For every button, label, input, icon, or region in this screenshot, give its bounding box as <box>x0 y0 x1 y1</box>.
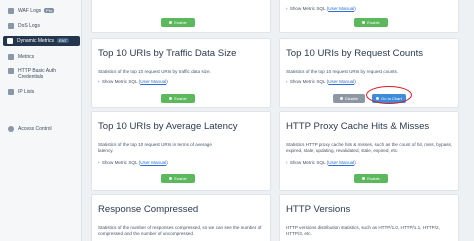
user-manual-link[interactable]: User Manual <box>328 160 354 165</box>
sidebar-item-http-basic-auth[interactable]: HTTP Basic Auth Credentials <box>4 68 80 81</box>
user-manual-link[interactable]: User Manual <box>328 79 354 84</box>
sidebar-item-label: Metrics <box>18 54 35 60</box>
enable-button[interactable]: Enable <box>161 18 195 27</box>
key-icon <box>8 68 14 74</box>
pro-badge: Pro <box>44 8 55 13</box>
sidebar-item-metrics[interactable]: Metrics <box>4 54 80 60</box>
metric-card-proxy-cache: HTTP Proxy Cache Hits & Misses Statistic… <box>279 111 459 191</box>
user-manual-link[interactable]: User Manual <box>140 160 166 165</box>
card-title: Top 10 URIs by Request Counts <box>286 48 424 59</box>
sidebar-item-waf-logs[interactable]: WAF Logs Pro <box>4 8 80 14</box>
list-icon <box>8 89 14 95</box>
show-metric-sql-toggle[interactable]: › Show Metric SQL (User Manual) <box>286 6 356 11</box>
card-title: Top 10 URIs by Average Latency <box>98 121 238 132</box>
sidebar-item-dos-logs[interactable]: DoS Logs <box>4 23 80 29</box>
enable-button[interactable]: Enable <box>354 18 388 27</box>
sidebar-item-access-control[interactable]: Access Control <box>4 126 80 132</box>
card-title: Top 10 URIs by Traffic Data Size <box>98 48 237 59</box>
card-description: Statistics of the number of responses co… <box>98 225 262 237</box>
card-description: HTTP versions distribution statistics, s… <box>286 225 440 237</box>
disable-button[interactable]: Disable <box>333 94 365 103</box>
enable-button[interactable]: Enable <box>161 174 195 183</box>
chevron-right-icon: › <box>286 6 288 11</box>
sidebar-item-label: Dynamic Metrics <box>17 38 54 44</box>
metric-card-average-latency: Top 10 URIs by Average Latency Statistic… <box>91 111 271 191</box>
card-title: Response Compressed <box>98 204 199 215</box>
shield-icon <box>8 8 14 14</box>
sidebar-item-label: HTTP Basic Auth Credentials <box>18 68 56 81</box>
chevron-right-icon: › <box>286 160 288 165</box>
sidebar-item-label: WAF Logs <box>18 8 42 14</box>
sidebar: WAF Logs Pro DoS Logs Dynamic Metrics EN… <box>0 0 82 241</box>
power-icon <box>169 21 173 24</box>
card-description: Statistics of the top 10 request URIs by… <box>98 69 211 74</box>
card-description: Statistics HTTP proxy cache hits & misse… <box>286 142 453 154</box>
sidebar-item-label: DoS Logs <box>18 23 40 29</box>
card-description: Statistics of the top 10 request URIs in… <box>98 142 212 154</box>
metric-card-traffic-size: Top 10 URIs by Traffic Data Size Statist… <box>91 38 271 108</box>
metric-card-partial-left: Enable <box>91 0 271 33</box>
chevron-right-icon: › <box>98 160 100 165</box>
chevron-right-icon: › <box>98 79 100 84</box>
card-description: Statistics of the top 10 request URIs by… <box>286 69 399 74</box>
power-icon <box>339 97 343 100</box>
user-manual-link[interactable]: User Manual <box>328 6 354 11</box>
sidebar-item-dynamic-metrics[interactable]: Dynamic Metrics ENT <box>3 36 80 47</box>
metric-card-partial-right: › Show Metric SQL (User Manual) Enable <box>279 0 459 33</box>
power-icon <box>169 177 173 180</box>
power-icon <box>362 21 366 24</box>
metric-card-response-compressed: Response Compressed Statistics of the nu… <box>91 194 271 241</box>
sidebar-item-ip-lists[interactable]: IP Lists <box>4 89 80 95</box>
sidebar-item-label: IP Lists <box>18 89 35 95</box>
alert-icon <box>8 23 14 29</box>
ent-badge: ENT <box>56 38 69 43</box>
show-metric-sql-toggle[interactable]: › Show Metric SQL (User Manual) <box>98 160 168 165</box>
power-icon <box>362 177 366 180</box>
show-metric-sql-toggle[interactable]: › Show Metric SQL (User Manual) <box>98 79 168 84</box>
highlight-circle <box>366 86 412 104</box>
metrics-icon <box>7 38 13 44</box>
show-metric-sql-toggle[interactable]: › Show Metric SQL (User Manual) <box>286 79 356 84</box>
user-manual-link[interactable]: User Manual <box>140 79 166 84</box>
power-icon <box>169 97 173 100</box>
sidebar-item-label: Access Control <box>18 126 52 132</box>
chart-icon <box>8 54 14 60</box>
metric-card-http-versions: HTTP Versions HTTP versions distribution… <box>279 194 459 241</box>
enable-button[interactable]: Enable <box>161 94 195 103</box>
app-window: WAF Logs Pro DoS Logs Dynamic Metrics EN… <box>0 0 474 241</box>
card-title: HTTP Proxy Cache Hits & Misses <box>286 121 430 132</box>
enable-button[interactable]: Enable <box>354 174 388 183</box>
card-title: HTTP Versions <box>286 204 351 215</box>
lock-icon <box>8 126 14 132</box>
show-metric-sql-toggle[interactable]: › Show Metric SQL (User Manual) <box>286 160 356 165</box>
chevron-right-icon: › <box>286 79 288 84</box>
